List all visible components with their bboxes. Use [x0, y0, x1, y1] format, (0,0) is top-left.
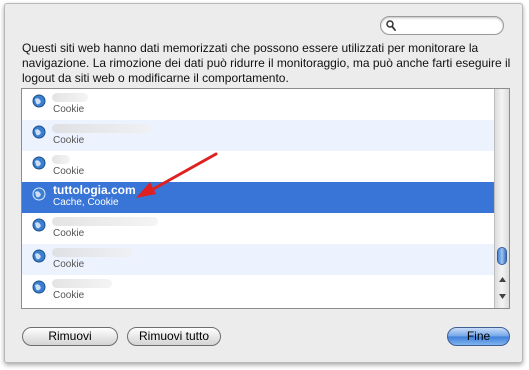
list-item[interactable]: Cookie	[22, 244, 494, 275]
description-text: Questi siti web hanno dati memorizzati c…	[22, 41, 511, 85]
globe-icon	[32, 187, 46, 201]
website-list[interactable]: Cookie Cookie Cookie tuttologia.com Cach…	[21, 88, 510, 309]
globe-icon	[32, 280, 46, 294]
redacted-site-name	[52, 93, 88, 102]
globe-icon	[32, 125, 46, 139]
site-detail: Cookie	[53, 104, 85, 115]
annotation-arrow	[136, 152, 218, 198]
site-detail: Cookie	[53, 166, 85, 177]
list-item[interactable]: Cookie	[22, 151, 494, 182]
list-item[interactable]: Cookie	[22, 89, 494, 120]
list-item[interactable]: Cookie	[22, 275, 494, 306]
vertical-scrollbar[interactable]	[494, 89, 509, 308]
globe-icon	[32, 249, 46, 263]
done-button[interactable]: Fine	[447, 327, 510, 346]
scroll-down-arrow-icon[interactable]	[498, 292, 507, 301]
redacted-site-name	[52, 124, 152, 133]
remove-button[interactable]: Rimuovi	[22, 327, 118, 346]
search-input[interactable]	[398, 18, 498, 33]
globe-icon	[32, 94, 46, 108]
site-detail: Cache, Cookie	[53, 197, 119, 208]
site-detail: Cookie	[53, 259, 85, 270]
site-detail: Cookie	[53, 290, 85, 301]
list-item[interactable]: Cookie	[22, 213, 494, 244]
search-icon	[386, 20, 396, 31]
remove-all-button[interactable]: Rimuovi tutto	[127, 327, 221, 346]
redacted-site-name	[52, 279, 112, 288]
globe-icon	[32, 156, 46, 170]
site-detail: Cookie	[53, 228, 85, 239]
redacted-site-name	[52, 217, 158, 226]
globe-icon	[32, 218, 46, 232]
list-item-selected[interactable]: tuttologia.com Cache, Cookie	[22, 182, 494, 213]
list-item[interactable]: Cookie	[22, 120, 494, 151]
search-field[interactable]	[380, 16, 504, 35]
site-detail: Cookie	[53, 135, 85, 146]
redacted-site-name	[52, 155, 70, 164]
scroll-up-arrow-icon[interactable]	[498, 275, 507, 284]
site-name: tuttologia.com	[53, 183, 136, 197]
scrollbar-thumb[interactable]	[497, 247, 507, 265]
redacted-site-name	[52, 248, 134, 257]
